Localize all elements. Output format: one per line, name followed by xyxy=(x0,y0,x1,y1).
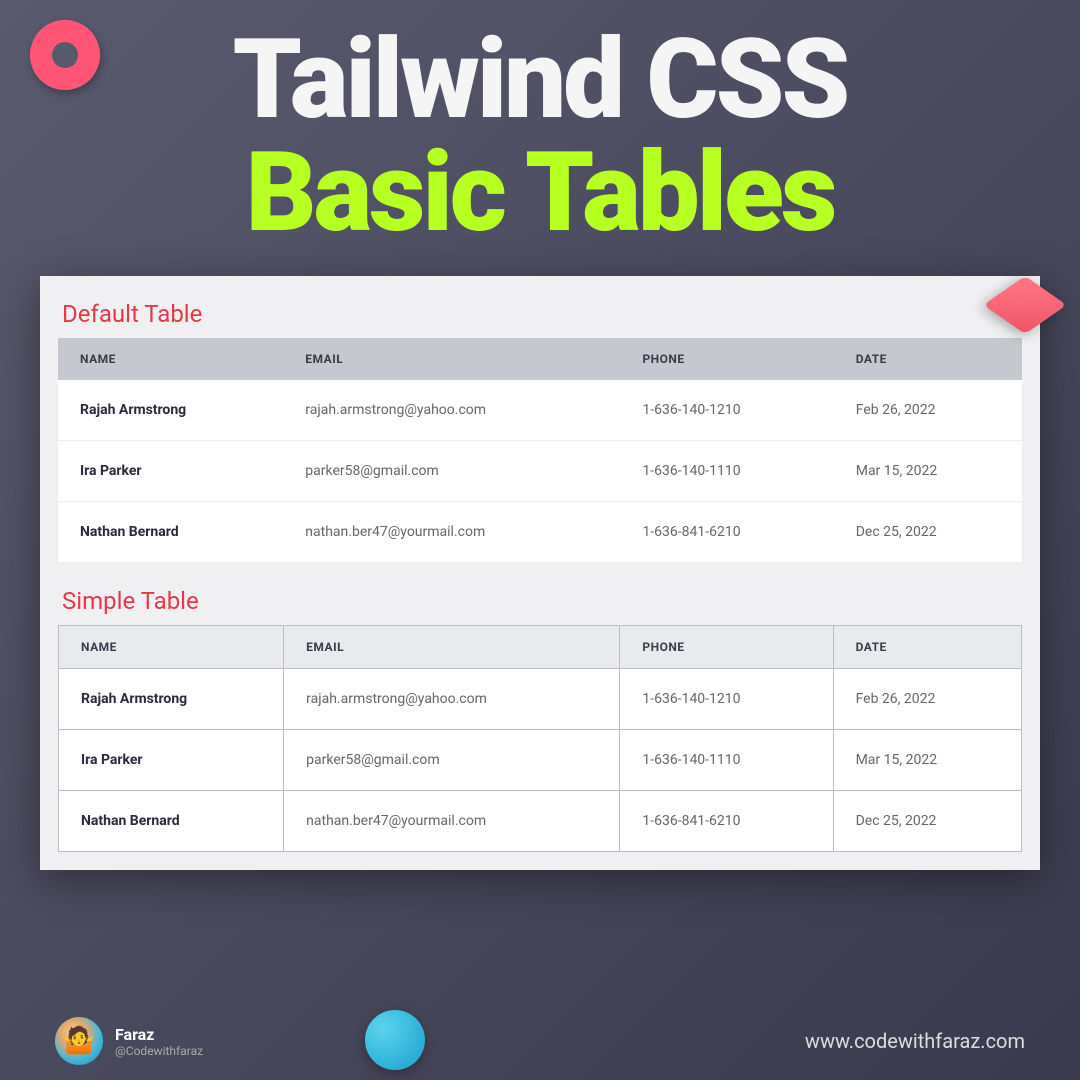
author-handle: @Codewithfaraz xyxy=(115,1044,203,1058)
cell-phone: 1-636-841-6210 xyxy=(620,501,833,562)
header-date: DATE xyxy=(834,338,1022,380)
header-name: NAME xyxy=(59,625,284,668)
cell-name: Ira Parker xyxy=(58,440,283,501)
header-email: EMAIL xyxy=(283,338,620,380)
cell-name: Rajah Armstrong xyxy=(59,668,284,729)
cell-name: Nathan Bernard xyxy=(59,790,284,851)
header-email: EMAIL xyxy=(284,625,620,668)
table-row: Rajah Armstrong rajah.armstrong@yahoo.co… xyxy=(58,380,1022,441)
cell-name: Ira Parker xyxy=(59,729,284,790)
cell-email: parker58@gmail.com xyxy=(284,729,620,790)
header-phone: PHONE xyxy=(620,625,833,668)
simple-table-title: Simple Table xyxy=(62,587,1022,615)
title-line-1: Tailwind CSS xyxy=(0,25,1080,135)
table-row: Rajah Armstrong rajah.armstrong@yahoo.co… xyxy=(59,668,1022,729)
cell-email: nathan.ber47@yourmail.com xyxy=(283,501,620,562)
footer: 🤷 Faraz @Codewithfaraz www.codewithfaraz… xyxy=(0,1017,1080,1065)
website-url: www.codewithfaraz.com xyxy=(805,1029,1025,1053)
cell-date: Dec 25, 2022 xyxy=(834,501,1022,562)
cell-email: rajah.armstrong@yahoo.com xyxy=(284,668,620,729)
cell-date: Mar 15, 2022 xyxy=(834,440,1022,501)
table-row: Ira Parker parker58@gmail.com 1-636-140-… xyxy=(59,729,1022,790)
table-row: Nathan Bernard nathan.ber47@yourmail.com… xyxy=(58,501,1022,562)
cell-date: Dec 25, 2022 xyxy=(833,790,1021,851)
header-phone: PHONE xyxy=(620,338,833,380)
table-header-row: NAME EMAIL PHONE DATE xyxy=(58,338,1022,380)
cell-phone: 1-636-140-1210 xyxy=(620,380,833,441)
header-date: DATE xyxy=(833,625,1021,668)
table-row: Ira Parker parker58@gmail.com 1-636-140-… xyxy=(58,440,1022,501)
author-name: Faraz xyxy=(115,1025,203,1044)
default-table: NAME EMAIL PHONE DATE Rajah Armstrong ra… xyxy=(58,338,1022,563)
table-row: Nathan Bernard nathan.ber47@yourmail.com… xyxy=(59,790,1022,851)
table-header-row: NAME EMAIL PHONE DATE xyxy=(59,625,1022,668)
tables-card: Default Table NAME EMAIL PHONE DATE Raja… xyxy=(40,276,1040,870)
cell-date: Feb 26, 2022 xyxy=(833,668,1021,729)
cell-email: rajah.armstrong@yahoo.com xyxy=(283,380,620,441)
header-name: NAME xyxy=(58,338,283,380)
main-title: Tailwind CSS Basic Tables xyxy=(0,0,1080,251)
cell-name: Rajah Armstrong xyxy=(58,380,283,441)
cell-phone: 1-636-140-1210 xyxy=(620,668,833,729)
cell-date: Mar 15, 2022 xyxy=(833,729,1021,790)
title-line-2: Basic Tables xyxy=(0,135,1080,251)
cell-email: nathan.ber47@yourmail.com xyxy=(284,790,620,851)
avatar: 🤷 xyxy=(55,1017,103,1065)
cell-phone: 1-636-140-1110 xyxy=(620,440,833,501)
simple-table: NAME EMAIL PHONE DATE Rajah Armstrong ra… xyxy=(58,625,1022,852)
cell-email: parker58@gmail.com xyxy=(283,440,620,501)
cell-phone: 1-636-140-1110 xyxy=(620,729,833,790)
default-table-title: Default Table xyxy=(62,300,1022,328)
cell-date: Feb 26, 2022 xyxy=(834,380,1022,441)
author-block: 🤷 Faraz @Codewithfaraz xyxy=(55,1017,203,1065)
cell-phone: 1-636-841-6210 xyxy=(620,790,833,851)
cell-name: Nathan Bernard xyxy=(58,501,283,562)
